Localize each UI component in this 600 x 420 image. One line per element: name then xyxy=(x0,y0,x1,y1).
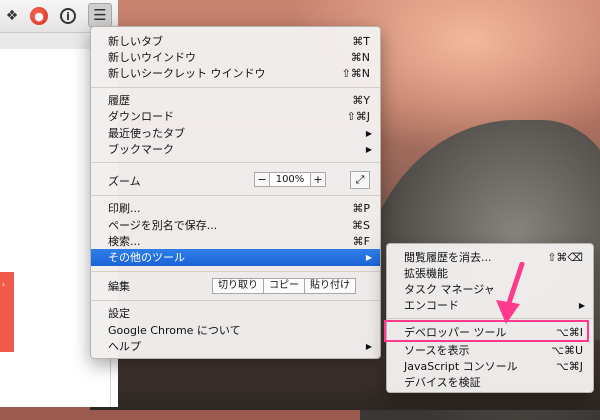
menu-icon[interactable]: ☰ xyxy=(88,3,112,27)
menu-item-label: 検索... xyxy=(108,235,141,248)
menu-item-label: 編集 xyxy=(108,280,130,293)
menu-item-print[interactable]: 印刷... ⌘P xyxy=(91,200,380,217)
copy-button[interactable]: コピー xyxy=(263,278,305,294)
shortcut: ⌥⌘U xyxy=(551,344,583,357)
paste-button[interactable]: 貼り付け xyxy=(304,278,356,294)
shortcut: ⌘N xyxy=(350,51,370,64)
menu-item-label: タスク マネージャ xyxy=(404,283,495,296)
submenu-arrow-icon: ▶ xyxy=(365,253,372,262)
menu-item-zoom: ズーム − 100% + ⤢ xyxy=(91,171,380,190)
firefox-icon[interactable]: ● xyxy=(30,7,48,25)
submenu-item-inspect-devices[interactable]: デバイスを検証 xyxy=(387,374,593,391)
menu-item-find[interactable]: 検索... ⌘F xyxy=(91,233,380,250)
zoom-out-button[interactable]: − xyxy=(254,172,270,187)
shortcut: ⌘T xyxy=(352,35,370,48)
submenu-item-js-console[interactable]: JavaScript コンソール ⌥⌘J xyxy=(387,358,593,375)
shortcut: ⌘S xyxy=(352,219,370,232)
menu-item-label: ヘルプ xyxy=(108,340,141,353)
menu-separator xyxy=(91,87,380,88)
menu-item-about-chrome[interactable]: Google Chrome について xyxy=(91,322,380,339)
menu-item-label: 最近使ったタブ xyxy=(108,127,185,140)
menu-item-history[interactable]: 履歴 ⌘Y xyxy=(91,92,380,109)
zoom-level: 100% xyxy=(270,172,310,187)
menu-item-label: ダウンロード xyxy=(108,110,174,123)
zoom-in-button[interactable]: + xyxy=(310,172,326,187)
menu-item-label: ページを別名で保存... xyxy=(108,219,218,232)
menu-item-label: 新しいシークレット ウインドウ xyxy=(108,67,266,80)
menu-item-label: 閲覧履歴を消去... xyxy=(404,251,492,264)
shortcut: ⌥⌘J xyxy=(556,360,583,373)
menu-item-label: ブックマーク xyxy=(108,143,174,156)
shortcut: ⇧⌘⌫ xyxy=(547,251,583,264)
shortcut: ⇧⌘N xyxy=(341,67,370,80)
menu-separator xyxy=(91,300,380,301)
menu-item-label: JavaScript コンソール xyxy=(404,360,518,373)
menu-item-label: ズーム xyxy=(108,175,141,188)
menu-item-label: 新しいウインドウ xyxy=(108,51,196,64)
menu-item-label: 履歴 xyxy=(108,94,130,107)
shortcut: ⌘P xyxy=(352,202,370,215)
menu-item-label: ソースを表示 xyxy=(404,344,470,357)
zoom-control: − 100% + xyxy=(254,172,326,189)
menu-item-settings[interactable]: 設定 xyxy=(91,305,380,322)
annotation-arrow-icon xyxy=(496,262,525,324)
menu-item-edit: 編集 切り取り コピー 貼り付け xyxy=(91,278,380,295)
menu-item-label: Google Chrome について xyxy=(108,324,241,337)
submenu-arrow-icon: ▶ xyxy=(365,145,372,154)
menu-item-label: エンコード xyxy=(404,299,459,312)
menu-item-label: 設定 xyxy=(108,307,130,320)
menu-item-new-tab[interactable]: 新しいタブ ⌘T xyxy=(91,33,380,50)
edit-buttons: 切り取り コピー 貼り付け xyxy=(212,278,356,294)
submenu-item-view-source[interactable]: ソースを表示 ⌥⌘U xyxy=(387,342,593,359)
cut-button[interactable]: 切り取り xyxy=(212,278,264,294)
submenu-arrow-icon: ▶ xyxy=(578,301,585,310)
chrome-main-menu: 新しいタブ ⌘T 新しいウインドウ ⌘N 新しいシークレット ウインドウ ⇧⌘N… xyxy=(90,26,381,359)
page-red-block: › xyxy=(0,272,14,352)
menu-item-label: 新しいタブ xyxy=(108,35,163,48)
menu-item-label: その他のツール xyxy=(108,251,185,264)
menu-item-new-window[interactable]: 新しいウインドウ ⌘N xyxy=(91,49,380,66)
menu-item-downloads[interactable]: ダウンロード ⇧⌘J xyxy=(91,108,380,125)
menu-separator xyxy=(91,162,380,163)
extension-icon[interactable]: ❖ xyxy=(2,6,22,26)
submenu-arrow-icon: ▶ xyxy=(365,342,372,351)
fullscreen-icon[interactable]: ⤢ xyxy=(350,171,370,189)
shortcut: ⇧⌘J xyxy=(346,110,370,123)
menu-item-recent-tabs[interactable]: 最近使ったタブ ▶ xyxy=(91,125,380,142)
annotation-highlight-box xyxy=(384,320,589,342)
menu-item-label: デバイスを検証 xyxy=(404,376,481,389)
shortcut: ⌘F xyxy=(352,235,370,248)
menu-item-bookmarks[interactable]: ブックマーク ▶ xyxy=(91,141,380,158)
menu-separator xyxy=(91,271,380,272)
menu-item-more-tools[interactable]: その他のツール ▶ xyxy=(91,249,380,266)
submenu-arrow-icon: ▶ xyxy=(365,129,372,138)
info-icon[interactable]: i xyxy=(60,8,76,24)
menu-item-new-incognito[interactable]: 新しいシークレット ウインドウ ⇧⌘N xyxy=(91,65,380,82)
menu-item-label: 印刷... xyxy=(108,202,141,215)
menu-item-label: 拡張機能 xyxy=(404,267,448,280)
shortcut: ⌘Y xyxy=(352,94,370,107)
menu-item-help[interactable]: ヘルプ ▶ xyxy=(91,338,380,355)
menu-item-save-page[interactable]: ページを別名で保存... ⌘S xyxy=(91,217,380,234)
menu-separator xyxy=(91,195,380,196)
